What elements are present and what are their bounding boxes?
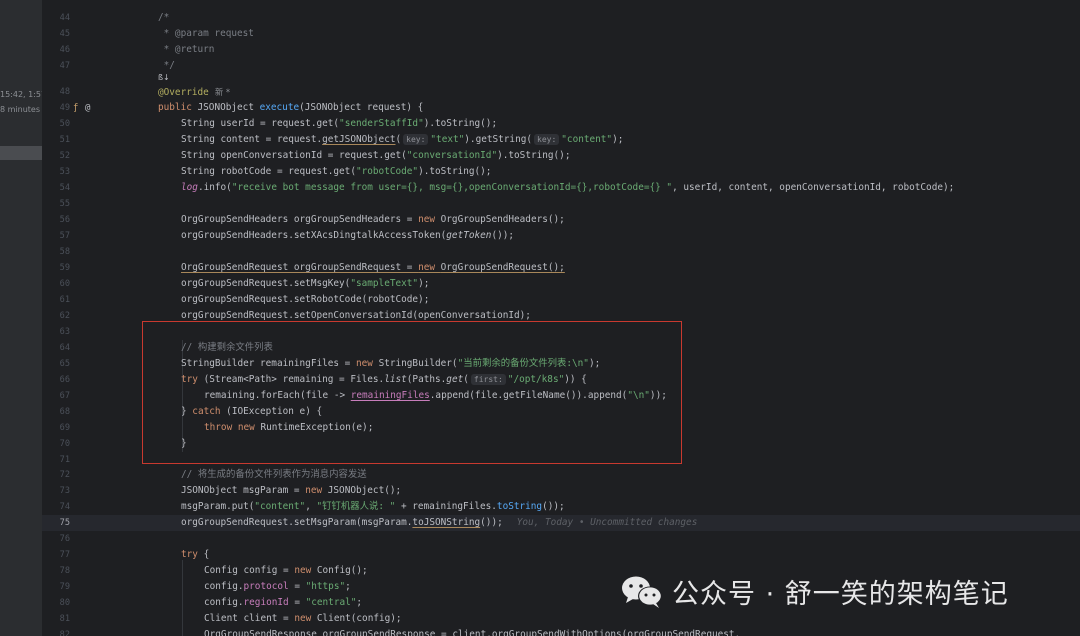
code-line[interactable]: 54 log.info("receive bot message from use…: [42, 180, 1080, 196]
code-line[interactable]: 49 ƒ @ public JSONObject execute(JSONObject…: [42, 100, 1080, 116]
code-line[interactable]: 76: [42, 531, 1080, 547]
code-line[interactable]: 44/*: [42, 10, 1080, 26]
vcs-sidebar: 15:42, 1:57 8 minutes a: [0, 0, 42, 636]
code-line[interactable]: 74 msgParam.put("content", "钉钉机器人说: " + r…: [42, 499, 1080, 515]
code-line[interactable]: 52 String openConversationId = request.ge…: [42, 148, 1080, 164]
code-editor[interactable]: 44/* 45 * @param request 46 * @return 47…: [42, 0, 1080, 636]
param-hint: key:: [534, 134, 560, 145]
annotation-icon[interactable]: @: [85, 100, 90, 116]
git-blame-annotation[interactable]: You, Today • Uncommitted changes: [517, 517, 698, 528]
code-line[interactable]: 59 OrgGroupSendRequest orgGroupSendReques…: [42, 260, 1080, 276]
code-line[interactable]: 57 orgGroupSendHeaders.setXAcsDingtalkAcc…: [42, 228, 1080, 244]
code-line[interactable]: 61 orgGroupSendRequest.setRobotCode(robot…: [42, 292, 1080, 308]
code-line[interactable]: 50 String userId = request.get("senderSta…: [42, 116, 1080, 132]
watermark-text: 公众号 · 舒一笑的架构笔记: [672, 579, 1009, 610]
code-line[interactable]: 53 String robotCode = request.get("robotC…: [42, 164, 1080, 180]
usages-inlay[interactable]: 新 *: [215, 87, 230, 97]
code-line[interactable]: 77 try {: [42, 547, 1080, 563]
code-line[interactable]: 56 OrgGroupSendHeaders orgGroupSendHeader…: [42, 212, 1080, 228]
commit-time: 15:42, 1:57: [0, 90, 42, 99]
param-hint: key:: [403, 134, 429, 145]
code-line[interactable]: 81 Client client = new Client(config);: [42, 611, 1080, 627]
code-line[interactable]: 58: [42, 244, 1080, 260]
commit-ago: 8 minutes a: [0, 105, 42, 114]
code-line[interactable]: 55: [42, 196, 1080, 212]
watermark: 公众号 · 舒一笑的架构笔记: [620, 572, 1009, 611]
code-line[interactable]: 82 OrgGroupSendResponse orgGroupSendRespo…: [42, 627, 1080, 636]
code-line[interactable]: 45 * @param request: [42, 26, 1080, 42]
implements-method-icon[interactable]: ƒ: [73, 100, 78, 116]
selected-commit[interactable]: [0, 146, 42, 160]
code-line-current[interactable]: 75 orgGroupSendRequest.setMsgParam(msgPar…: [42, 515, 1080, 531]
code-line[interactable]: 48 @Override 新 *: [42, 84, 1080, 100]
highlight-annotation-box: [142, 321, 682, 464]
code-line[interactable]: 51 String content = request.getJSONObject…: [42, 132, 1080, 148]
author-inlay[interactable]: ß↓: [42, 71, 1080, 84]
code-line[interactable]: 46 * @return: [42, 42, 1080, 58]
code-line[interactable]: 73 JSONObject msgParam = new JSONObject()…: [42, 483, 1080, 499]
code-line[interactable]: 72// 将生成的备份文件列表作为消息内容发送: [42, 467, 1080, 483]
code-line[interactable]: 60 orgGroupSendRequest.setMsgKey("sampleT…: [42, 276, 1080, 292]
wechat-icon: [620, 574, 664, 610]
